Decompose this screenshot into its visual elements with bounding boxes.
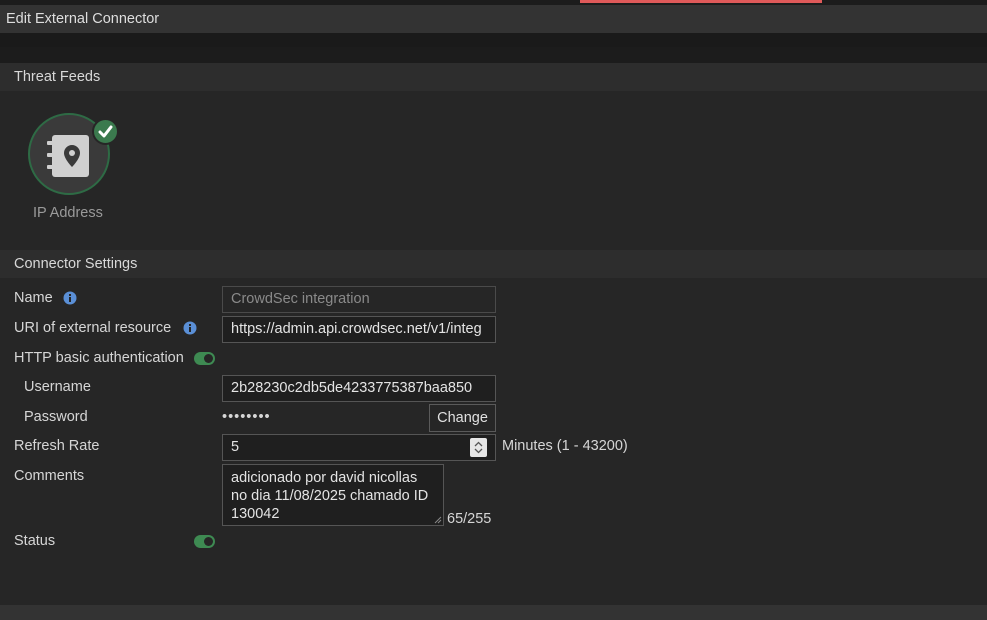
threat-feeds-header: Threat Feeds — [0, 63, 987, 91]
resize-handle-icon[interactable] — [434, 516, 442, 524]
stepper-arrows-icon — [474, 441, 483, 454]
ip-address-feed-label: IP Address — [33, 205, 103, 221]
uri-input[interactable]: https://admin.api.crowdsec.net/v1/integ — [222, 316, 496, 343]
password-mask: •••••••• — [222, 409, 271, 425]
name-label: Name — [14, 290, 53, 306]
http-auth-toggle[interactable] — [194, 352, 215, 365]
dialog-title-bar: Edit External Connector — [0, 5, 987, 33]
comments-label: Comments — [14, 468, 85, 484]
password-label: Password — [24, 409, 88, 425]
footer-bar — [0, 605, 987, 620]
title-divider — [0, 33, 987, 47]
comments-textarea[interactable]: adicionado por david nicollas no dia 11/… — [222, 464, 444, 526]
comments-char-count: 65/255 — [447, 511, 492, 527]
name-input[interactable]: CrowdSec integration — [222, 286, 496, 313]
info-icon[interactable] — [183, 321, 197, 335]
refresh-rate-stepper[interactable] — [470, 438, 487, 457]
dialog-title: Edit External Connector — [6, 11, 160, 27]
status-label: Status — [14, 533, 56, 549]
connector-settings-header: Connector Settings — [0, 250, 987, 278]
username-label: Username — [24, 379, 91, 395]
change-password-button[interactable]: Change — [429, 404, 496, 432]
uri-label: URI of external resource — [14, 320, 172, 336]
threat-feeds-panel — [0, 63, 987, 250]
connector-settings-heading: Connector Settings — [14, 256, 138, 272]
info-icon[interactable] — [63, 291, 77, 305]
http-auth-label: HTTP basic authentication — [14, 350, 184, 366]
refresh-rate-label: Refresh Rate — [14, 438, 100, 454]
top-accent-bar — [580, 0, 822, 3]
threat-feeds-heading: Threat Feeds — [14, 69, 101, 85]
refresh-rate-unit: Minutes (1 - 43200) — [502, 438, 628, 454]
selected-check-icon — [92, 118, 119, 145]
username-input[interactable]: 2b28230c2db5de4233775387baa850 — [222, 375, 496, 402]
refresh-rate-input[interactable]: 5 — [222, 434, 496, 461]
status-toggle[interactable] — [194, 535, 215, 548]
